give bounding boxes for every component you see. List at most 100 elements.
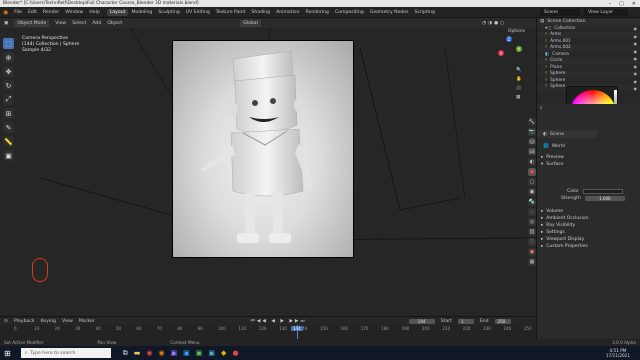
pan-hand-icon[interactable]: ✋ <box>516 77 522 82</box>
physics-tab-icon[interactable]: ◎ <box>528 218 536 226</box>
eye-icon[interactable]: ◉ <box>634 79 638 84</box>
grid-icon[interactable]: ▦ <box>516 95 522 100</box>
section-preview[interactable]: ▸ Preview <box>537 154 640 161</box>
collection-tab-icon[interactable]: ▢ <box>528 178 536 186</box>
app-icon[interactable]: ▣ <box>208 349 215 357</box>
explorer-icon[interactable]: ▬ <box>134 349 141 357</box>
menu-playback[interactable]: Playback <box>14 319 35 324</box>
windows-start-icon[interactable]: ⊞ <box>0 349 15 358</box>
eye-icon[interactable]: ◉ <box>634 41 638 46</box>
camtasia-icon[interactable]: ▣ <box>196 349 203 357</box>
annotate-tool-icon[interactable]: ✎ <box>3 122 14 133</box>
mode-selector[interactable]: Object Mode <box>14 19 50 27</box>
section-settings[interactable]: ▸ Settings <box>537 229 640 236</box>
object-tab-icon[interactable]: ▣ <box>528 188 536 196</box>
eye-icon[interactable]: ◉ <box>634 86 638 91</box>
constraints-tab-icon[interactable]: ⛓ <box>528 228 536 236</box>
taskbar-clock[interactable]: 4:51 PM 17/11/2021 <box>606 348 630 358</box>
photoshop-icon[interactable]: ▣ <box>183 349 190 357</box>
tool-tab-icon[interactable]: 🔧 <box>528 118 536 126</box>
particles-tab-icon[interactable]: ∴ <box>528 208 536 216</box>
navigation-gizmo[interactable]: Z Y X <box>494 36 524 66</box>
tab-geometry-nodes[interactable]: Geometry Nodes <box>367 10 412 15</box>
scene-tab-icon[interactable]: ◐ <box>528 158 536 166</box>
taskbar-search-box[interactable]: ⌕ Type here to search <box>20 348 111 358</box>
add-cube-tool-icon[interactable]: ▣ <box>3 150 14 161</box>
gizmo-y-axis[interactable]: Y <box>516 46 522 52</box>
select-tool-icon[interactable]: ⬚ <box>3 38 14 49</box>
search-icon[interactable]: ⌕ <box>540 105 543 111</box>
blender-icon[interactable]: ◉ <box>158 349 164 357</box>
world-tab-icon[interactable]: ● <box>528 168 536 176</box>
menu-view[interactable]: View <box>55 21 66 26</box>
view-layer-tab-icon[interactable]: 🖼 <box>528 148 536 156</box>
measure-tool-icon[interactable]: 📏 <box>3 136 14 147</box>
tab-uv-editing[interactable]: UV Editing <box>183 10 213 15</box>
eye-icon[interactable]: ◉ <box>634 64 638 69</box>
menu-keying[interactable]: Keying <box>41 319 56 324</box>
render-tab-icon[interactable]: 📷 <box>528 128 536 136</box>
transform-tool-icon[interactable]: ⊞ <box>3 108 14 119</box>
scene-selector[interactable]: Scene <box>540 8 580 16</box>
menu-add[interactable]: Add <box>92 21 101 26</box>
menu-render[interactable]: Render <box>40 10 62 15</box>
options-button[interactable]: Options <box>508 29 525 34</box>
camera-view-icon[interactable]: 🎥 <box>516 86 522 91</box>
playback-controls[interactable]: ⏮◀◀ ◀ ▶ ▶▶⏭ <box>251 318 307 324</box>
close-button[interactable]: ✕ <box>632 1 636 7</box>
texture-tab-icon[interactable]: ▦ <box>528 258 536 266</box>
section-viewport-display[interactable]: ▸ Viewport Display <box>537 236 640 243</box>
minimize-button[interactable]: – <box>609 1 612 7</box>
chrome-icon[interactable]: ◉ <box>146 349 152 357</box>
menu-object[interactable]: Object <box>107 21 122 26</box>
start-frame-field[interactable]: 1 <box>457 318 474 324</box>
pivot-selector[interactable]: Global <box>240 19 261 27</box>
visibility-toggles[interactable]: ◉ ◉ ◉ ◉ ◉ ◉ ◉ ◉ ◉ <box>634 26 638 91</box>
cursor-tool-icon[interactable]: ⊕ <box>3 52 14 63</box>
tab-sculpting[interactable]: Sculpting <box>155 10 182 15</box>
tab-shading[interactable]: Shading <box>248 10 273 15</box>
menu-help[interactable]: Help <box>86 10 102 15</box>
material-tab-icon[interactable]: ● <box>528 248 536 256</box>
menu-view[interactable]: View <box>62 319 73 324</box>
view-layer-selector[interactable]: View Layer <box>584 8 628 16</box>
move-tool-icon[interactable]: ✥ <box>3 66 14 77</box>
eye-icon[interactable]: ◉ <box>634 26 638 31</box>
timeline-editor-icon[interactable]: ◷ <box>4 319 8 324</box>
current-frame-field[interactable]: 144 <box>408 318 435 324</box>
menu-select[interactable]: Select <box>72 21 86 26</box>
tab-texture-paint[interactable]: Texture Paint <box>213 10 249 15</box>
premiere-icon[interactable]: ▣ <box>171 349 178 357</box>
strength-field[interactable]: 1.000 <box>584 196 625 201</box>
maximize-button[interactable]: □ <box>619 1 624 7</box>
output-tab-icon[interactable]: 🖨 <box>528 138 536 146</box>
data-tab-icon[interactable]: ▽ <box>528 238 536 246</box>
tab-layout[interactable]: Layout <box>106 8 129 16</box>
menu-edit[interactable]: Edit <box>25 10 40 15</box>
menu-marker[interactable]: Marker <box>79 319 95 324</box>
rotate-tool-icon[interactable]: ↻ <box>3 80 14 91</box>
eye-icon[interactable]: ◉ <box>634 71 638 76</box>
scale-tool-icon[interactable]: ⤢ <box>3 94 14 105</box>
eye-icon[interactable]: ◉ <box>634 49 638 54</box>
app-icon[interactable]: ◆ <box>221 349 226 357</box>
modifier-tab-icon[interactable]: 🔩 <box>528 198 536 206</box>
menu-file[interactable]: File <box>11 10 25 15</box>
section-ray-visibility[interactable]: ▸ Ray Visibility <box>537 222 640 229</box>
section-ambient-occlusion[interactable]: ▸ Ambient Occlusion <box>537 215 640 222</box>
blender-logo-icon[interactable]: ◉ <box>0 9 11 16</box>
playhead-frame-badge[interactable]: 144 <box>291 326 303 331</box>
frame-ruler[interactable]: 0 10 20 30 40 50 60 70 80 90 100 110 120 130 140 150 160… <box>0 325 536 333</box>
editor-type-icon[interactable]: ▣ <box>4 21 8 26</box>
eye-icon[interactable]: ◉ <box>634 34 638 39</box>
end-frame-field[interactable]: 250 <box>494 318 511 324</box>
menu-window[interactable]: Window <box>62 10 86 15</box>
zoom-icon[interactable]: 🔍 <box>516 68 522 73</box>
viewport-shading-icons[interactable]: ◔◑●○ <box>482 21 506 26</box>
app-icon[interactable]: ● <box>232 349 238 357</box>
tab-modeling[interactable]: Modeling <box>128 10 155 15</box>
tab-animation[interactable]: Animation <box>273 10 302 15</box>
tab-rendering[interactable]: Rendering <box>303 10 332 15</box>
gizmo-x-axis[interactable]: X <box>498 50 504 56</box>
world-name[interactable]: World <box>552 144 565 149</box>
